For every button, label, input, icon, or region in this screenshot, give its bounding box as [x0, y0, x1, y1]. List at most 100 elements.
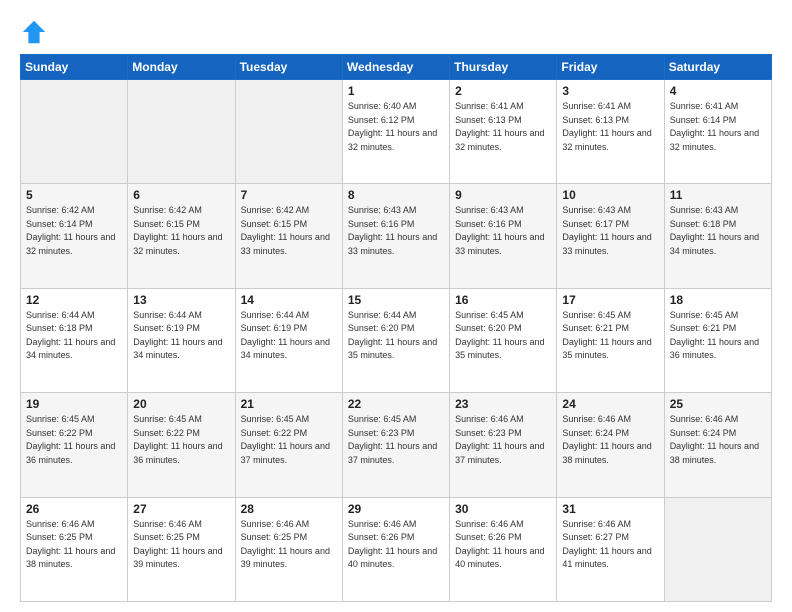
day-number: 19: [26, 397, 122, 411]
day-header-monday: Monday: [128, 55, 235, 80]
day-number: 8: [348, 188, 444, 202]
day-number: 15: [348, 293, 444, 307]
calendar-cell: 6 Sunrise: 6:42 AMSunset: 6:15 PMDaylight…: [128, 184, 235, 288]
day-info: Sunrise: 6:46 AMSunset: 6:26 PMDaylight:…: [455, 518, 551, 572]
day-number: 31: [562, 502, 658, 516]
calendar-cell: 8 Sunrise: 6:43 AMSunset: 6:16 PMDaylight…: [342, 184, 449, 288]
calendar-cell: 28 Sunrise: 6:46 AMSunset: 6:25 PMDayligh…: [235, 497, 342, 601]
calendar-cell: 11Sunrise: 6:43 AMSunset: 6:18 PMDayligh…: [664, 184, 771, 288]
day-number: 12: [26, 293, 122, 307]
calendar-cell: 2Sunrise: 6:41 AMSunset: 6:13 PMDaylight…: [450, 80, 557, 184]
calendar-week-row: 1 Sunrise: 6:40 AMSunset: 6:12 PMDaylight…: [21, 80, 772, 184]
day-info: Sunrise: 6:44 AMSunset: 6:20 PMDaylight:…: [348, 309, 444, 363]
page: SundayMondayTuesdayWednesdayThursdayFrid…: [0, 0, 792, 612]
day-info: Sunrise: 6:45 AMSunset: 6:22 PMDaylight:…: [133, 413, 229, 467]
day-info: Sunrise: 6:40 AMSunset: 6:12 PMDaylight:…: [348, 100, 444, 154]
calendar-cell: 21Sunrise: 6:45 AMSunset: 6:22 PMDayligh…: [235, 393, 342, 497]
day-number: 26: [26, 502, 122, 516]
calendar-cell: [128, 80, 235, 184]
calendar-cell: 30 Sunrise: 6:46 AMSunset: 6:26 PMDayligh…: [450, 497, 557, 601]
day-number: 6: [133, 188, 229, 202]
day-info: Sunrise: 6:41 AMSunset: 6:14 PMDaylight:…: [670, 100, 766, 154]
day-number: 4: [670, 84, 766, 98]
day-number: 29: [348, 502, 444, 516]
day-number: 7: [241, 188, 337, 202]
calendar-cell: [664, 497, 771, 601]
day-header-thursday: Thursday: [450, 55, 557, 80]
calendar-week-row: 5 Sunrise: 6:42 AMSunset: 6:14 PMDaylight…: [21, 184, 772, 288]
day-number: 20: [133, 397, 229, 411]
day-info: Sunrise: 6:46 AMSunset: 6:27 PMDaylight:…: [562, 518, 658, 572]
calendar-cell: 13 Sunrise: 6:44 AMSunset: 6:19 PMDayligh…: [128, 288, 235, 392]
day-info: Sunrise: 6:46 AMSunset: 6:24 PMDaylight:…: [670, 413, 766, 467]
day-info: Sunrise: 6:45 AMSunset: 6:23 PMDaylight:…: [348, 413, 444, 467]
day-number: 13: [133, 293, 229, 307]
day-number: 30: [455, 502, 551, 516]
calendar-table: SundayMondayTuesdayWednesdayThursdayFrid…: [20, 54, 772, 602]
day-info: Sunrise: 6:45 AMSunset: 6:20 PMDaylight:…: [455, 309, 551, 363]
day-number: 3: [562, 84, 658, 98]
calendar-cell: 5 Sunrise: 6:42 AMSunset: 6:14 PMDaylight…: [21, 184, 128, 288]
day-header-saturday: Saturday: [664, 55, 771, 80]
day-number: 27: [133, 502, 229, 516]
calendar-cell: 4 Sunrise: 6:41 AMSunset: 6:14 PMDaylight…: [664, 80, 771, 184]
calendar-cell: 1 Sunrise: 6:40 AMSunset: 6:12 PMDaylight…: [342, 80, 449, 184]
day-info: Sunrise: 6:45 AMSunset: 6:21 PMDaylight:…: [670, 309, 766, 363]
day-number: 22: [348, 397, 444, 411]
day-info: Sunrise: 6:43 AMSunset: 6:16 PMDaylight:…: [455, 204, 551, 258]
day-number: 14: [241, 293, 337, 307]
day-number: 16: [455, 293, 551, 307]
day-number: 17: [562, 293, 658, 307]
calendar-cell: 14 Sunrise: 6:44 AMSunset: 6:19 PMDayligh…: [235, 288, 342, 392]
day-info: Sunrise: 6:46 AMSunset: 6:25 PMDaylight:…: [133, 518, 229, 572]
logo: [20, 18, 52, 46]
calendar-cell: 18Sunrise: 6:45 AMSunset: 6:21 PMDayligh…: [664, 288, 771, 392]
day-info: Sunrise: 6:46 AMSunset: 6:23 PMDaylight:…: [455, 413, 551, 467]
calendar-cell: 20 Sunrise: 6:45 AMSunset: 6:22 PMDayligh…: [128, 393, 235, 497]
calendar-week-row: 19 Sunrise: 6:45 AMSunset: 6:22 PMDayligh…: [21, 393, 772, 497]
calendar-cell: [21, 80, 128, 184]
day-info: Sunrise: 6:41 AMSunset: 6:13 PMDaylight:…: [562, 100, 658, 154]
day-info: Sunrise: 6:42 AMSunset: 6:14 PMDaylight:…: [26, 204, 122, 258]
calendar-cell: 17 Sunrise: 6:45 AMSunset: 6:21 PMDayligh…: [557, 288, 664, 392]
day-info: Sunrise: 6:44 AMSunset: 6:19 PMDaylight:…: [133, 309, 229, 363]
day-number: 24: [562, 397, 658, 411]
day-info: Sunrise: 6:45 AMSunset: 6:22 PMDaylight:…: [26, 413, 122, 467]
day-info: Sunrise: 6:44 AMSunset: 6:18 PMDaylight:…: [26, 309, 122, 363]
day-number: 10: [562, 188, 658, 202]
day-number: 1: [348, 84, 444, 98]
header: [20, 18, 772, 46]
day-header-sunday: Sunday: [21, 55, 128, 80]
day-info: Sunrise: 6:45 AMSunset: 6:22 PMDaylight:…: [241, 413, 337, 467]
day-info: Sunrise: 6:42 AMSunset: 6:15 PMDaylight:…: [241, 204, 337, 258]
calendar-cell: 24 Sunrise: 6:46 AMSunset: 6:24 PMDayligh…: [557, 393, 664, 497]
calendar-cell: 7 Sunrise: 6:42 AMSunset: 6:15 PMDaylight…: [235, 184, 342, 288]
calendar-cell: 31 Sunrise: 6:46 AMSunset: 6:27 PMDayligh…: [557, 497, 664, 601]
calendar-cell: 26Sunrise: 6:46 AMSunset: 6:25 PMDayligh…: [21, 497, 128, 601]
calendar-cell: 16 Sunrise: 6:45 AMSunset: 6:20 PMDayligh…: [450, 288, 557, 392]
day-info: Sunrise: 6:45 AMSunset: 6:21 PMDaylight:…: [562, 309, 658, 363]
calendar-cell: 23Sunrise: 6:46 AMSunset: 6:23 PMDayligh…: [450, 393, 557, 497]
day-info: Sunrise: 6:46 AMSunset: 6:24 PMDaylight:…: [562, 413, 658, 467]
day-header-wednesday: Wednesday: [342, 55, 449, 80]
calendar-cell: 27 Sunrise: 6:46 AMSunset: 6:25 PMDayligh…: [128, 497, 235, 601]
day-info: Sunrise: 6:42 AMSunset: 6:15 PMDaylight:…: [133, 204, 229, 258]
calendar-cell: 19 Sunrise: 6:45 AMSunset: 6:22 PMDayligh…: [21, 393, 128, 497]
calendar-cell: 10Sunrise: 6:43 AMSunset: 6:17 PMDayligh…: [557, 184, 664, 288]
calendar-cell: 29 Sunrise: 6:46 AMSunset: 6:26 PMDayligh…: [342, 497, 449, 601]
calendar-cell: 15 Sunrise: 6:44 AMSunset: 6:20 PMDayligh…: [342, 288, 449, 392]
day-header-friday: Friday: [557, 55, 664, 80]
calendar-cell: 22 Sunrise: 6:45 AMSunset: 6:23 PMDayligh…: [342, 393, 449, 497]
day-number: 5: [26, 188, 122, 202]
day-info: Sunrise: 6:44 AMSunset: 6:19 PMDaylight:…: [241, 309, 337, 363]
day-info: Sunrise: 6:43 AMSunset: 6:18 PMDaylight:…: [670, 204, 766, 258]
day-info: Sunrise: 6:43 AMSunset: 6:16 PMDaylight:…: [348, 204, 444, 258]
day-number: 28: [241, 502, 337, 516]
calendar-week-row: 12 Sunrise: 6:44 AMSunset: 6:18 PMDayligh…: [21, 288, 772, 392]
logo-icon: [20, 18, 48, 46]
calendar-cell: [235, 80, 342, 184]
calendar-cell: 9Sunrise: 6:43 AMSunset: 6:16 PMDaylight…: [450, 184, 557, 288]
day-number: 2: [455, 84, 551, 98]
day-info: Sunrise: 6:46 AMSunset: 6:26 PMDaylight:…: [348, 518, 444, 572]
day-info: Sunrise: 6:46 AMSunset: 6:25 PMDaylight:…: [241, 518, 337, 572]
